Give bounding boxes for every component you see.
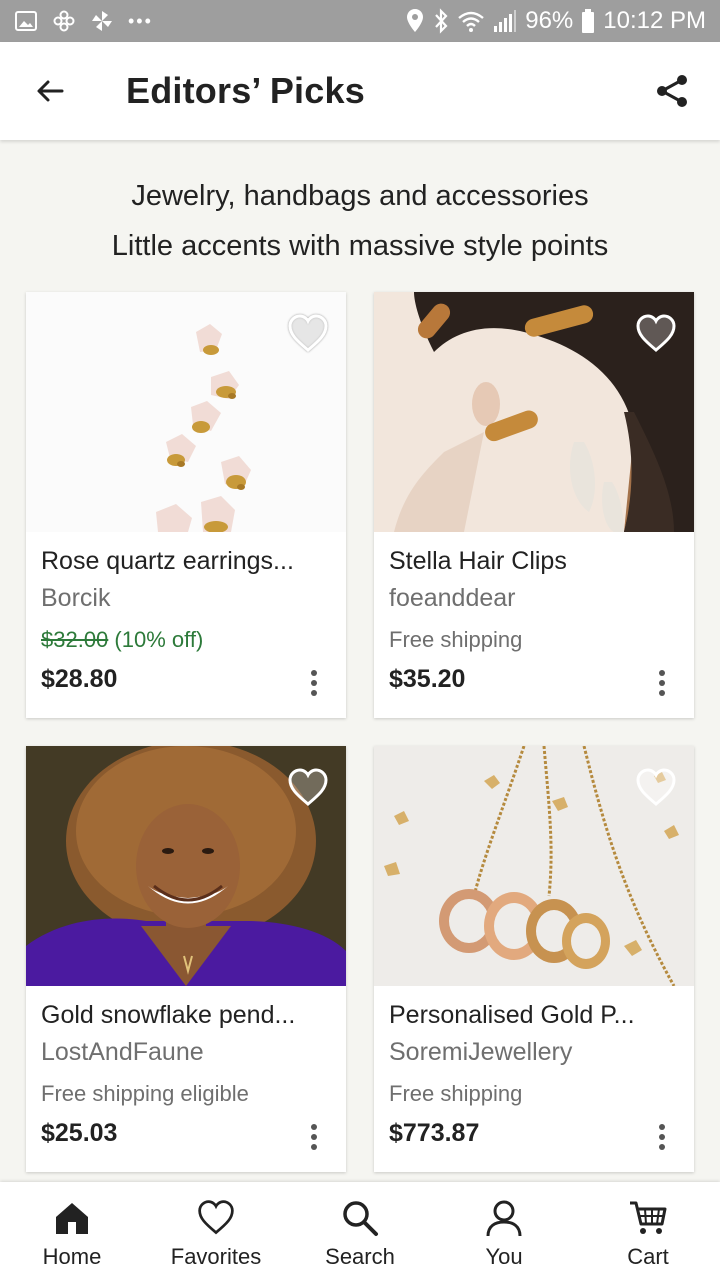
favorite-button[interactable] xyxy=(634,312,678,356)
product-price: $35.20 xyxy=(389,665,466,693)
more-options-button[interactable] xyxy=(304,666,324,700)
shop-name: SoremiJewellery xyxy=(389,1038,573,1066)
heart-icon xyxy=(288,314,328,352)
discount-percent: (10% off) xyxy=(114,627,204,652)
status-bar: ••• 96% 10:12 PM xyxy=(0,0,720,42)
shop-name: Borcik xyxy=(41,584,111,612)
clock: 10:12 PM xyxy=(603,7,706,34)
product-image[interactable] xyxy=(26,292,346,532)
signal-icon xyxy=(493,9,517,33)
nav-label: Search xyxy=(325,1244,395,1269)
share-button[interactable] xyxy=(642,61,702,121)
product-card[interactable]: Rose quartz earrings... Borcik $32.00 (1… xyxy=(26,292,346,718)
section-title: Jewelry, handbags and accessories xyxy=(131,180,589,212)
nav-favorites[interactable]: Favorites xyxy=(144,1182,288,1280)
heart-icon xyxy=(194,1196,238,1240)
favorite-button[interactable] xyxy=(286,312,330,356)
battery-icon xyxy=(581,9,595,33)
nav-home[interactable]: Home xyxy=(0,1182,144,1280)
product-title: Stella Hair Clips xyxy=(389,547,567,575)
shipping-info: Free shipping eligible xyxy=(41,1081,249,1106)
heart-icon xyxy=(636,314,676,352)
product-title: Gold snowflake pend... xyxy=(41,1001,296,1029)
product-title: Rose quartz earrings... xyxy=(41,547,294,575)
page-title: Editors’ Picks xyxy=(126,70,365,111)
shop-name: LostAndFaune xyxy=(41,1038,204,1066)
more-options-button[interactable] xyxy=(652,1120,672,1154)
product-title: Personalised Gold P... xyxy=(389,1001,635,1029)
cart-icon xyxy=(626,1196,670,1240)
more-vertical-icon xyxy=(311,670,317,696)
product-image[interactable] xyxy=(374,746,694,986)
discount-info: $32.00 (10% off) xyxy=(41,625,331,655)
favorite-button[interactable] xyxy=(634,766,678,810)
product-card[interactable]: Personalised Gold P... SoremiJewellery F… xyxy=(374,746,694,1172)
shipping-info: Free shipping xyxy=(389,627,523,652)
nav-label: Home xyxy=(42,1244,102,1269)
product-price: $28.80 xyxy=(41,665,118,693)
bluetooth-icon xyxy=(433,8,449,34)
wifi-icon xyxy=(457,9,485,33)
more-vertical-icon xyxy=(659,670,665,696)
shipping-info: Free shipping xyxy=(389,1081,523,1106)
nav-label: Cart xyxy=(627,1244,669,1269)
bottom-navigation: Home Favorites Search You Cart xyxy=(0,1182,720,1280)
more-vertical-icon xyxy=(659,1124,665,1150)
product-price: $25.03 xyxy=(41,1119,118,1147)
original-price: $32.00 xyxy=(41,627,109,652)
nav-you[interactable]: You xyxy=(432,1182,576,1280)
favorite-button[interactable] xyxy=(286,766,330,810)
share-icon xyxy=(657,75,687,107)
nav-label: Favorites xyxy=(170,1244,262,1269)
back-arrow-icon xyxy=(37,80,64,102)
product-price: $773.87 xyxy=(389,1119,480,1147)
nav-label: You xyxy=(485,1244,523,1269)
more-vertical-icon xyxy=(311,1124,317,1150)
shop-name: foeanddear xyxy=(389,584,516,612)
app-bar: Editors’ Picks xyxy=(0,42,720,140)
pinwheel-icon xyxy=(52,9,76,33)
back-button[interactable] xyxy=(20,61,80,121)
nav-search[interactable]: Search xyxy=(288,1182,432,1280)
heart-icon xyxy=(288,768,328,806)
section-heading: Jewelry, handbags and accessories Little… xyxy=(0,178,720,264)
nav-cart[interactable]: Cart xyxy=(576,1182,720,1280)
location-icon xyxy=(405,8,425,34)
product-image[interactable] xyxy=(374,292,694,532)
more-options-button[interactable] xyxy=(652,666,672,700)
heart-icon xyxy=(636,768,676,806)
more-options-button[interactable] xyxy=(304,1120,324,1154)
home-icon xyxy=(50,1196,94,1240)
battery-percentage: 96% xyxy=(525,7,574,34)
person-icon xyxy=(482,1196,526,1240)
fan-icon xyxy=(90,9,114,33)
image-icon xyxy=(14,9,38,33)
product-card[interactable]: Stella Hair Clips foeanddear Free shippi… xyxy=(374,292,694,718)
product-image[interactable] xyxy=(26,746,346,986)
product-card[interactable]: Gold snowflake pend... LostAndFaune Free… xyxy=(26,746,346,1172)
section-subtitle: Little accents with massive style points xyxy=(111,230,609,262)
search-icon xyxy=(338,1196,382,1240)
more-notifications: ••• xyxy=(128,10,153,31)
